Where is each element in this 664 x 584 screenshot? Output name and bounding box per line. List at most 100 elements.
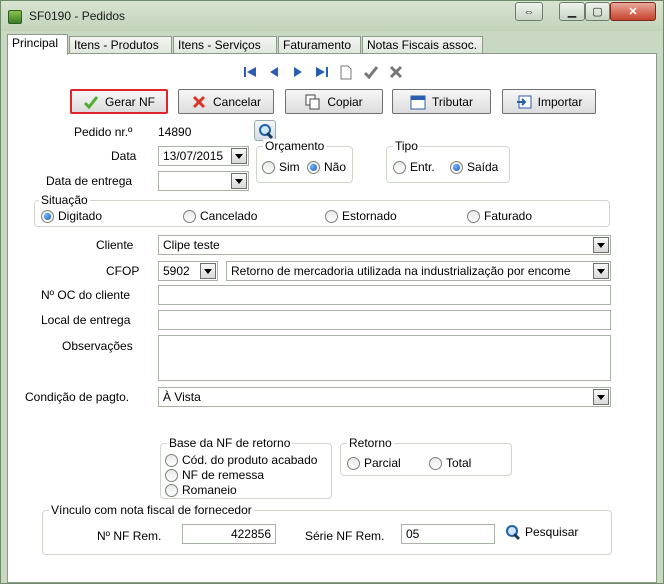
radio-off [429, 456, 442, 470]
main-panel: Gerar NF Cancelar Copiar Tributar Import… [7, 53, 657, 583]
base-remessa-radio[interactable]: NF de remessa [165, 468, 264, 482]
orcamento-nao-label: Não [324, 160, 347, 174]
orcamento-sim-label: Sim [279, 160, 300, 174]
pedido-label: Pedido nr.º [74, 125, 133, 139]
pedido-search-button[interactable] [254, 120, 276, 141]
situacao-title: Situação [39, 193, 90, 207]
minimize-button[interactable]: ▁ [559, 2, 585, 21]
data-label: Data [111, 149, 137, 163]
cfop-code-value: 5902 [163, 264, 190, 278]
chevron-down-icon[interactable] [593, 263, 609, 279]
data-field[interactable]: 13/07/2015 [158, 146, 249, 166]
tipo-saida-radio[interactable]: Saída [450, 160, 498, 174]
pesquisar-button[interactable]: Pesquisar [505, 524, 578, 539]
new-record-icon[interactable] [338, 64, 354, 80]
restore-window-button[interactable]: ⇔ [515, 2, 543, 21]
cond-value: À Vista [163, 390, 201, 404]
pesquisar-label: Pesquisar [525, 524, 579, 539]
cfop-desc-combo[interactable]: Retorno de mercadoria utilizada na indus… [226, 261, 611, 281]
app-icon [8, 10, 22, 24]
importar-button[interactable]: Importar [502, 89, 596, 114]
local-input[interactable] [158, 310, 611, 330]
radio-off [347, 456, 360, 470]
title-bar[interactable]: SF0190 - Pedidos ⇔ ▁ ▢ ✕ [1, 1, 663, 31]
base-nf-title: Base da NF de retorno [167, 436, 293, 450]
chevron-down-icon[interactable] [593, 389, 609, 405]
cfop-code-combo[interactable]: 5902 [158, 261, 218, 281]
copiar-label: Copiar [327, 94, 363, 109]
serie-input[interactable]: 05 [401, 524, 495, 544]
first-record-icon[interactable] [242, 64, 258, 80]
retorno-total-radio[interactable]: Total [429, 456, 471, 470]
orcamento-sim-radio[interactable]: Sim [262, 160, 300, 174]
base-romaneio-radio[interactable]: Romaneio [165, 483, 237, 497]
copiar-button[interactable]: Copiar [285, 89, 383, 114]
data-entrega-field[interactable] [158, 171, 249, 191]
cond-label: Condição de pagto. [25, 390, 130, 404]
radio-on [450, 160, 463, 174]
previous-record-icon[interactable] [266, 64, 282, 80]
cond-combo[interactable]: À Vista [158, 387, 611, 407]
maximize-button[interactable]: ▢ [585, 2, 610, 21]
oc-input[interactable] [158, 285, 611, 305]
vinculo-group: Vínculo com nota fiscal de fornecedor Nº… [42, 503, 612, 555]
local-label: Local de entrega [41, 313, 131, 327]
tributar-button[interactable]: Tributar [392, 89, 491, 114]
gerar-nf-button[interactable]: Gerar NF [70, 89, 168, 114]
radio-off [165, 453, 178, 467]
situacao-cancelado-radio[interactable]: Cancelado [183, 209, 257, 223]
situacao-digitado-label: Digitado [58, 209, 103, 223]
tipo-entr-label: Entr. [410, 160, 435, 174]
chevron-down-icon[interactable] [231, 173, 247, 189]
base-produto-radio[interactable]: Cód. do produto acabado [165, 453, 317, 467]
tab-itens-servicos[interactable]: Itens - Serviços [173, 36, 277, 54]
check-icon [83, 95, 99, 109]
obs-label: Observações [62, 339, 133, 353]
base-remessa-label: NF de remessa [182, 468, 265, 482]
cliente-value: Clipe teste [163, 238, 220, 252]
cliente-combo[interactable]: Clipe teste [158, 235, 611, 255]
oc-label: Nº OC do cliente [41, 288, 131, 302]
situacao-estornado-label: Estornado [342, 209, 397, 223]
tipo-entr-radio[interactable]: Entr. [393, 160, 435, 174]
pedido-value: 14890 [158, 125, 192, 139]
situacao-estornado-radio[interactable]: Estornado [325, 209, 397, 223]
orcamento-group: Orçamento Sim Não [256, 139, 353, 183]
tab-faturamento[interactable]: Faturamento [278, 36, 361, 54]
obs-textarea[interactable] [158, 335, 611, 381]
tab-principal[interactable]: Principal [7, 34, 68, 55]
chevron-down-icon[interactable] [200, 263, 216, 279]
cancelar-label: Cancelar [212, 94, 262, 109]
chevron-down-icon[interactable] [593, 237, 609, 253]
tab-notas-fiscais[interactable]: Notas Fiscais assoc. [362, 36, 483, 54]
cliente-label: Cliente [96, 238, 134, 252]
tributar-label: Tributar [432, 94, 473, 109]
situacao-digitado-radio[interactable]: Digitado [41, 209, 102, 223]
radio-off [165, 483, 178, 497]
calendar-icon [410, 95, 426, 109]
close-button[interactable]: ✕ [610, 2, 656, 21]
confirm-icon[interactable] [363, 64, 379, 80]
radio-off [262, 160, 275, 174]
search-icon [258, 123, 273, 138]
nf-rem-input[interactable]: 422856 [182, 524, 276, 544]
red-x-icon [192, 95, 206, 108]
window-title: SF0190 - Pedidos [29, 9, 126, 23]
serie-label: Série NF Rem. [305, 529, 385, 543]
situacao-faturado-radio[interactable]: Faturado [467, 209, 532, 223]
cfop-desc-value: Retorno de mercadoria utilizada na indus… [231, 264, 571, 278]
discard-icon[interactable] [388, 64, 404, 80]
radio-on [307, 160, 320, 174]
next-record-icon[interactable] [290, 64, 306, 80]
retorno-parcial-radio[interactable]: Parcial [347, 456, 401, 470]
last-record-icon[interactable] [314, 64, 330, 80]
situacao-cancelado-label: Cancelado [200, 209, 258, 223]
cancelar-button[interactable]: Cancelar [178, 89, 274, 114]
situacao-faturado-label: Faturado [484, 209, 533, 223]
vinculo-title: Vínculo com nota fiscal de fornecedor [49, 503, 254, 517]
retorno-group: Retorno Parcial Total [340, 436, 512, 476]
base-romaneio-label: Romaneio [182, 483, 237, 497]
chevron-down-icon[interactable] [231, 148, 247, 164]
orcamento-nao-radio[interactable]: Não [307, 160, 346, 174]
tab-itens-produtos[interactable]: Itens - Produtos [69, 36, 172, 54]
